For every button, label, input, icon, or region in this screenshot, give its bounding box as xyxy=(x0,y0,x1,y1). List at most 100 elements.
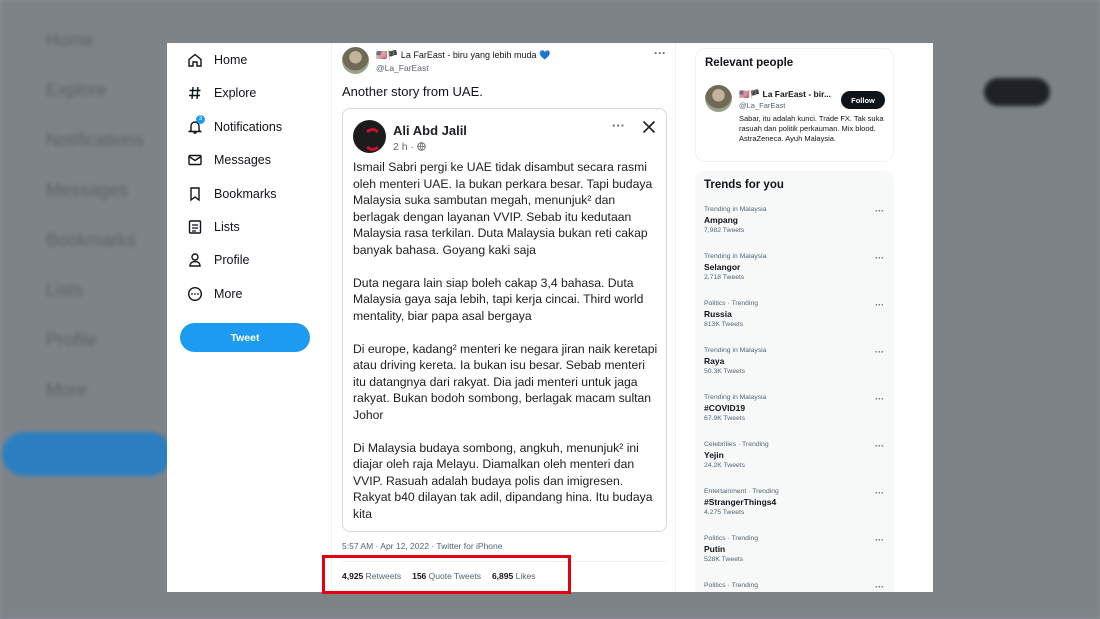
trend-count: 7,982 Tweets xyxy=(704,227,745,234)
envelope-icon xyxy=(188,154,202,166)
trend-meta: Politics · Trending xyxy=(704,535,759,542)
nav-bookmarks[interactable]: Bookmarks xyxy=(187,183,277,205)
nav-home[interactable]: Home xyxy=(187,49,247,71)
tweet-timestamp[interactable]: 5:57 AM · Apr 12, 2022 · Twitter for iPh… xyxy=(342,541,503,551)
trend-name: Selangor xyxy=(704,262,741,272)
trend-more-icon[interactable]: ··· xyxy=(875,394,884,404)
trend-item[interactable]: Politics · Trending ··· xyxy=(704,582,884,592)
bell-icon-wrap: 3 xyxy=(187,115,205,135)
highlight-annotation-box xyxy=(322,555,571,594)
post-time: 2 h · xyxy=(393,141,417,153)
bg-label: Messages xyxy=(46,180,129,200)
nav-label: Notifications xyxy=(214,120,283,134)
trend-item[interactable]: Trending in Malaysia Selangor 2,718 Twee… xyxy=(704,253,884,281)
post-paragraph: Duta negara lain siap boleh cakap 3,4 ba… xyxy=(353,275,644,323)
relevant-people-title: Relevant people xyxy=(705,57,794,69)
trend-name: Ampang xyxy=(704,215,738,225)
bg-label: Lists xyxy=(46,280,84,300)
bookmark-icon xyxy=(190,187,200,202)
trend-item[interactable]: Entertainment · Trending #StrangerThings… xyxy=(704,488,884,516)
right-sidebar: Relevant people 🇺🇸🏴 La FarEast - bir... … xyxy=(695,43,894,592)
post-meta: 2 h · xyxy=(393,141,426,153)
relevant-people-box: Relevant people 🇺🇸🏴 La FarEast - bir... … xyxy=(695,48,894,162)
left-navigation: Home Explore 3 Notifications Messages Bo… xyxy=(167,43,330,592)
list-icon xyxy=(188,220,202,234)
nav-lists[interactable]: Lists xyxy=(187,216,240,238)
bg-label: Bookmarks xyxy=(46,230,137,250)
avatar[interactable] xyxy=(342,47,369,74)
trend-more-icon[interactable]: ··· xyxy=(875,253,884,263)
trend-more-icon[interactable]: ··· xyxy=(875,347,884,357)
nav-label: Messages xyxy=(214,153,271,167)
home-icon xyxy=(188,53,202,67)
trend-more-icon[interactable]: ··· xyxy=(875,441,884,451)
trend-count: 24.2K Tweets xyxy=(704,462,746,469)
bg-label: Explore xyxy=(46,80,108,100)
trend-name: Yejin xyxy=(704,450,724,460)
relevant-person-bio: Sabar, itu adalah kunci. Trade FX. Tak s… xyxy=(739,114,884,143)
trend-count: 528K Tweets xyxy=(704,556,744,563)
trend-meta: Trending in Malaysia xyxy=(704,347,767,354)
trend-meta: Politics · Trending xyxy=(704,300,759,307)
twitter-screenshot: Home Explore 3 Notifications Messages Bo… xyxy=(167,43,933,592)
trend-meta: Celebrities · Trending xyxy=(704,441,769,448)
trend-count: 50.3K Tweets xyxy=(704,368,746,375)
trend-name: Putin xyxy=(704,544,726,554)
trends-title: Trends for you xyxy=(704,179,784,191)
trend-item[interactable]: Trending in Malaysia #COVID19 67.9K Twee… xyxy=(704,394,884,422)
nav-label: More xyxy=(214,287,243,301)
nav-label: Bookmarks xyxy=(214,187,277,201)
nav-label: Lists xyxy=(214,220,240,234)
nav-explore[interactable]: Explore xyxy=(187,82,256,104)
author-name[interactable]: 🇺🇸🏴 La FarEast - biru yang lebih muda 💙 xyxy=(376,50,550,61)
tweet-text: Another story from UAE. xyxy=(342,84,483,99)
relevant-person-name[interactable]: 🇺🇸🏴 La FarEast - bir... xyxy=(739,89,831,100)
nav-profile[interactable]: Profile xyxy=(187,249,249,271)
nav-messages[interactable]: Messages xyxy=(187,149,271,171)
post-paragraph: Di europe, kadang² menteri ke negara jir… xyxy=(353,341,658,422)
trend-name: Raya xyxy=(704,356,725,366)
tweet-author[interactable]: 🇺🇸🏴 La FarEast - biru yang lebih muda 💙 … xyxy=(342,47,550,74)
tweet-button[interactable]: Tweet xyxy=(180,323,310,352)
nav-label: Home xyxy=(214,53,248,67)
globe-icon xyxy=(417,142,426,151)
trend-item[interactable]: Trending in Malaysia Ampang 7,982 Tweets… xyxy=(704,206,884,234)
trend-item[interactable]: Politics · Trending Russia 813K Tweets ·… xyxy=(704,300,884,328)
post-body: Ismail Sabri pergi ke UAE tidak disambut… xyxy=(353,159,659,539)
post-paragraph: Ismail Sabri pergi ke UAE tidak disambut… xyxy=(353,160,653,257)
author-info: 🇺🇸🏴 La FarEast - biru yang lebih muda 💙 … xyxy=(376,47,550,74)
close-icon[interactable] xyxy=(641,119,657,135)
nav-more[interactable]: More xyxy=(187,283,242,305)
trend-count: 67.9K Tweets xyxy=(704,415,746,422)
trend-name: #StrangerThings4 xyxy=(704,497,777,507)
trend-more-icon[interactable]: ··· xyxy=(875,300,884,310)
hashtag-icon xyxy=(189,86,201,100)
nav-label: Explore xyxy=(214,86,257,100)
trend-more-icon[interactable]: ··· xyxy=(875,488,884,498)
follow-button[interactable]: Follow xyxy=(841,91,885,109)
trend-meta: Trending in Malaysia xyxy=(704,206,767,213)
trend-more-icon[interactable]: ··· xyxy=(875,535,884,545)
trend-more-icon[interactable]: ··· xyxy=(875,582,884,592)
trend-meta: Trending in Malaysia xyxy=(704,394,767,401)
post-avatar xyxy=(353,120,386,153)
bg-label: Notifications xyxy=(46,130,145,150)
trend-count: 813K Tweets xyxy=(704,321,744,328)
author-handle[interactable]: @La_FarEast xyxy=(376,63,550,73)
trend-item[interactable]: Politics · Trending Putin 528K Tweets ··… xyxy=(704,535,884,563)
embedded-post-card[interactable]: Ali Abd Jalil 2 h · ··· Ismail Sabri per… xyxy=(342,108,667,532)
trend-more-icon[interactable]: ··· xyxy=(875,206,884,216)
post-author-name: Ali Abd Jalil xyxy=(393,123,467,138)
trend-item[interactable]: Celebrities · Trending Yejin 24.2K Tweet… xyxy=(704,441,884,469)
nav-label: Profile xyxy=(214,253,250,267)
more-options-icon[interactable]: ··· xyxy=(654,46,666,60)
bg-label: More xyxy=(46,380,88,400)
more-circle-icon xyxy=(187,286,203,302)
avatar[interactable] xyxy=(705,85,732,112)
trends-box: Trends for you Trending in Malaysia Ampa… xyxy=(695,171,894,592)
relevant-person-handle[interactable]: @La_FarEast xyxy=(739,101,785,110)
post-paragraph: Di Malaysia budaya sombong, angkuh, menu… xyxy=(353,440,653,521)
trend-item[interactable]: Trending in Malaysia Raya 50.3K Tweets ·… xyxy=(704,347,884,375)
nav-notifications[interactable]: 3 Notifications xyxy=(187,115,283,138)
post-more-icon[interactable]: ··· xyxy=(612,118,625,133)
